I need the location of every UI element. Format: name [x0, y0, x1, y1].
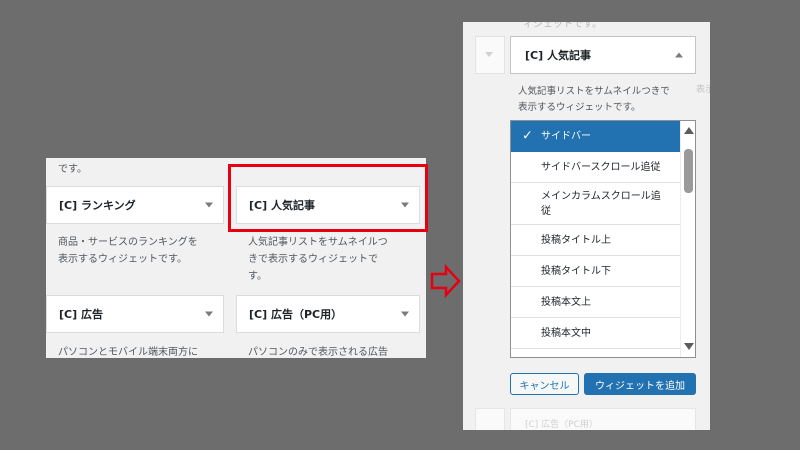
faded-widget: [C] 広告（PC用）: [510, 408, 696, 430]
scroll-up-icon[interactable]: [684, 127, 694, 134]
widget-description: 商品・サービスのランキングを 表示するウィジェットです。: [58, 237, 198, 265]
list-item-post-title-above[interactable]: 投稿タイトル上: [511, 225, 681, 256]
cancel-button[interactable]: キャンセル: [510, 373, 579, 395]
widget-title: [C] 広告（PC用）: [249, 308, 343, 321]
widget-title: [C] 人気記事: [525, 49, 591, 62]
widget-title: [C] 広告: [59, 308, 103, 321]
widget-description: パソコンのみで表示される広告: [248, 347, 388, 358]
chevron-up-icon[interactable]: [675, 52, 683, 58]
list-item-post-body-middle[interactable]: 投稿本文中: [511, 318, 681, 349]
sidebar-select-list[interactable]: ✓ サイドバー サイドバースクロール追従 メインカラムスクロール追 従 投稿タイ…: [510, 120, 696, 358]
widget-title: [C] ランキング: [59, 199, 136, 212]
widget-expanded-panel: ィジェットです。 表示 [C] 人気記事 人気記事リストをサムネイルつきで 表示…: [463, 22, 710, 430]
chevron-down-icon[interactable]: [401, 311, 409, 317]
checkmark-icon: ✓: [522, 128, 533, 144]
truncated-description: です。: [58, 164, 87, 175]
widget-ranking[interactable]: [C] ランキング: [46, 186, 224, 224]
chevron-down-icon: [485, 52, 493, 57]
list-item-post-body-above[interactable]: 投稿本文上: [511, 287, 681, 318]
truncated-text: ィジェットです。: [523, 22, 602, 30]
right-arrow-outline-icon: [430, 264, 461, 298]
widget-description: 人気記事リストをサムネイルつ きで表示するウィジェットで す。: [248, 237, 388, 282]
widget-ad-pc[interactable]: [C] 広告（PC用）: [236, 295, 420, 333]
faded-widget: [475, 408, 505, 430]
highlight-box: [228, 164, 428, 232]
list-item-main-column-scroll[interactable]: メインカラムスクロール追 従: [511, 183, 681, 225]
widget-popular-posts-header[interactable]: [C] 人気記事: [510, 36, 696, 74]
add-widget-button[interactable]: ウィジェットを追加: [584, 373, 696, 395]
scroll-down-icon[interactable]: [684, 343, 694, 350]
scrollbar-thumb[interactable]: [684, 149, 693, 193]
faded-text: 表示: [695, 85, 710, 95]
widget-ad[interactable]: [C] 広告: [46, 295, 224, 333]
list-item-sidebar-scroll[interactable]: サイドバースクロール追従: [511, 152, 681, 183]
scrollbar[interactable]: [680, 121, 695, 357]
widget-description: 人気記事リストをサムネイルつきで 表示するウィジェットです。: [518, 86, 670, 113]
chevron-down-icon[interactable]: [205, 311, 213, 317]
list-item-post-title-below[interactable]: 投稿タイトル下: [511, 256, 681, 287]
chevron-down-icon[interactable]: [205, 202, 213, 208]
list-item-sidebar[interactable]: ✓ サイドバー: [511, 121, 681, 152]
widget-description: パソコンとモバイル端末両方に: [58, 347, 198, 358]
